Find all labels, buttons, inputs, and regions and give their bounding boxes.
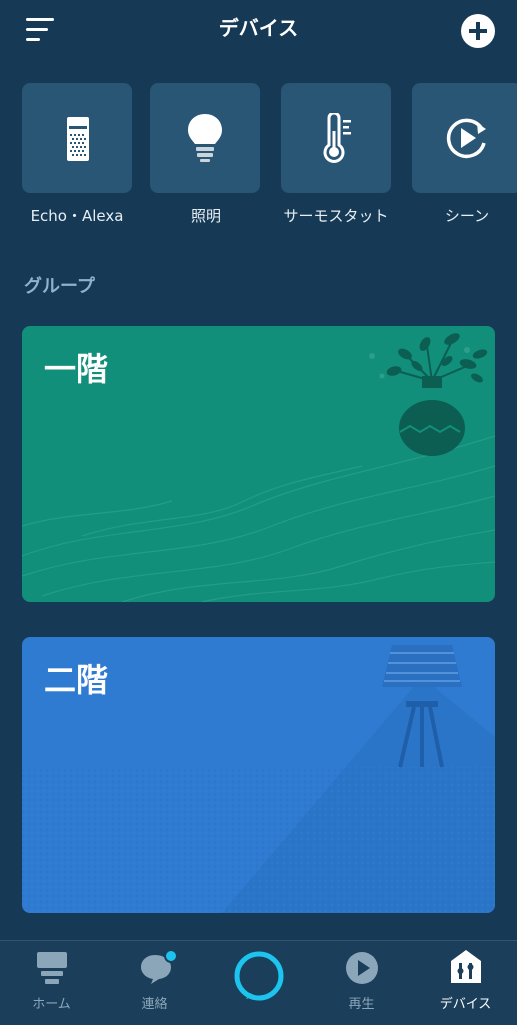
group-name: 二階 xyxy=(44,661,109,699)
page-title: デバイス xyxy=(218,16,299,40)
thermometer-icon xyxy=(323,113,351,163)
category-tile xyxy=(150,83,260,193)
category-tile xyxy=(22,83,132,193)
echo-speaker-icon xyxy=(67,117,89,161)
devices-icon xyxy=(451,950,481,983)
top-bar: デバイス xyxy=(0,0,517,60)
tab-label: ホーム xyxy=(32,997,71,1012)
alexa-ring-icon xyxy=(234,951,284,1001)
group-card-first-floor[interactable]: 一階 xyxy=(22,326,495,602)
tab-label: 連絡 xyxy=(141,997,168,1012)
bottom-tab-bar: ホーム 連絡 再生 デバイス xyxy=(0,940,517,1025)
tab-home[interactable]: ホーム xyxy=(0,941,103,1025)
tab-label: デバイス xyxy=(439,997,492,1012)
tab-devices[interactable]: デバイス xyxy=(414,941,517,1025)
category-label: シーン xyxy=(444,207,490,225)
tab-label: 再生 xyxy=(348,997,375,1012)
category-tile xyxy=(281,83,391,193)
add-device-button[interactable] xyxy=(461,14,495,48)
tab-communicate[interactable]: 連絡 xyxy=(103,941,206,1025)
groups-section-title: グループ xyxy=(24,276,95,297)
category-tile xyxy=(412,83,517,193)
category-scenes[interactable]: シーン xyxy=(387,83,517,233)
chat-bubble-icon xyxy=(141,949,178,984)
scene-play-icon xyxy=(446,118,486,159)
home-icon xyxy=(37,952,67,984)
play-icon xyxy=(346,952,378,984)
tab-alexa[interactable] xyxy=(207,941,310,1025)
group-name: 一階 xyxy=(44,350,109,388)
group-card-second-floor[interactable]: 二階 xyxy=(22,637,495,913)
lightbulb-icon xyxy=(188,114,222,162)
tab-play[interactable]: 再生 xyxy=(310,941,413,1025)
